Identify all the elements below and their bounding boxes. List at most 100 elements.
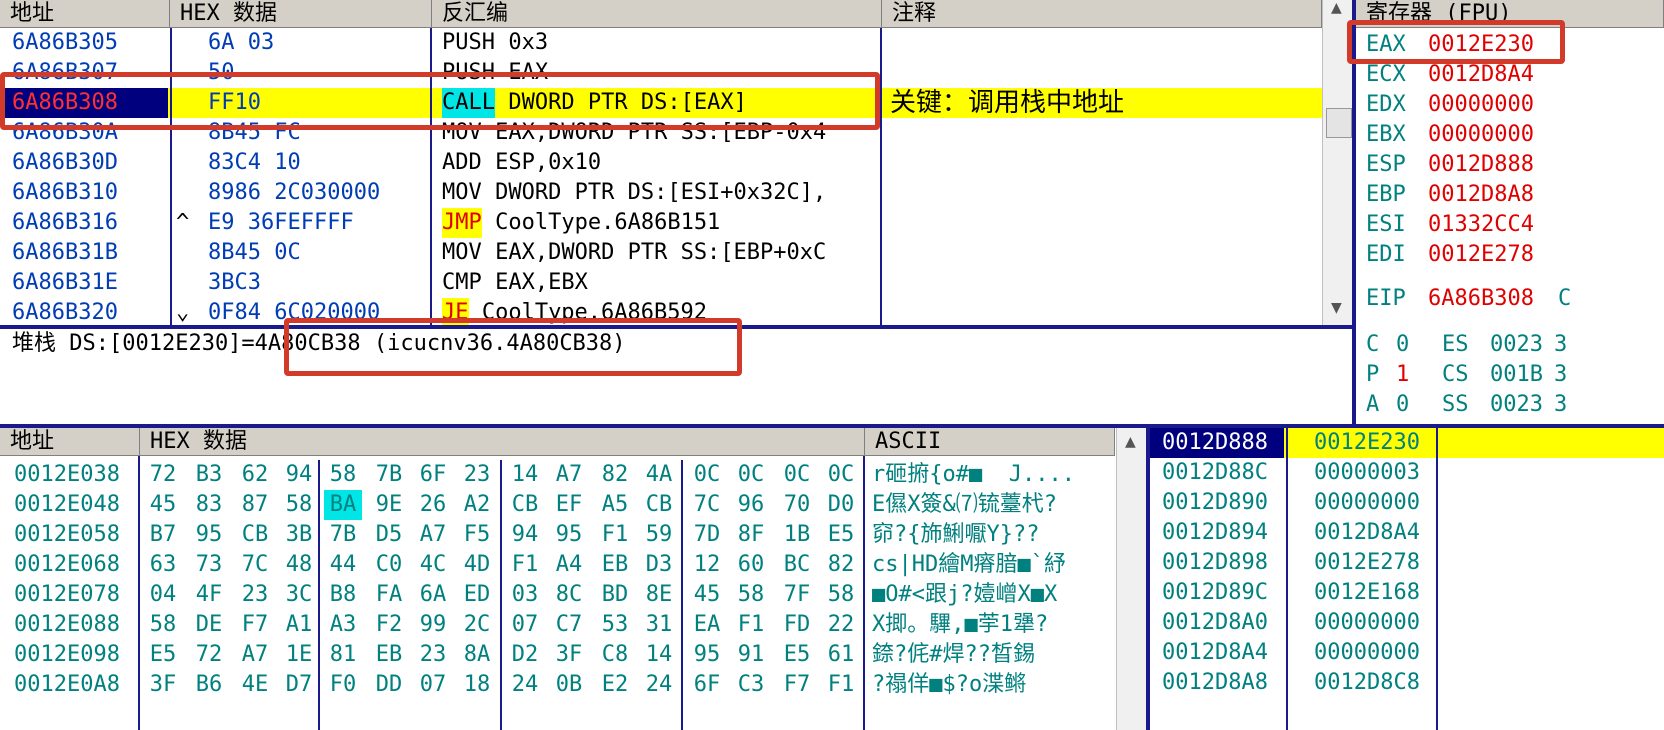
dump-byte[interactable]: 7C	[236, 550, 274, 580]
dump-ascii[interactable]: 錼?侂#焊??晳錫	[872, 640, 1112, 670]
dump-byte[interactable]: D2	[506, 640, 544, 670]
stack-address[interactable]: 0012D8A8	[1150, 668, 1284, 698]
dump-byte[interactable]: 94	[280, 460, 318, 490]
disasm-comment[interactable]	[890, 238, 1320, 268]
dump-ascii[interactable]: E儑X簽&⑺锍薹杙?	[872, 490, 1112, 520]
segment-value[interactable]: 0023	[1490, 330, 1550, 360]
register-row[interactable]: EDI 0012E278	[1356, 240, 1664, 270]
dump-byte[interactable]: A1	[280, 610, 318, 640]
dump-byte[interactable]: 95	[688, 640, 726, 670]
dump-byte[interactable]: 23	[236, 580, 274, 610]
flag-value[interactable]: 0	[1396, 390, 1420, 420]
segment-value[interactable]: 001B	[1490, 360, 1550, 390]
dump-byte[interactable]: F5	[458, 520, 496, 550]
stack-row[interactable]: 0012D890 00000000	[1150, 488, 1664, 518]
dump-byte[interactable]: E5	[822, 520, 860, 550]
dump-ascii[interactable]: 窌?{斾鯏嚈Y}??	[872, 520, 1112, 550]
stack-row[interactable]: 0012D89C 0012E168	[1150, 578, 1664, 608]
disasm-comment[interactable]: 关键：调用栈中地址	[890, 88, 1320, 118]
dump-address[interactable]: 0012E058	[14, 520, 138, 550]
disasm-comment[interactable]	[890, 208, 1320, 238]
dump-byte[interactable]: 14	[506, 460, 544, 490]
register-value[interactable]: 6A86B308	[1428, 284, 1568, 314]
register-value[interactable]: 0012D8A8	[1428, 180, 1568, 210]
dump-byte[interactable]: 0B	[550, 670, 588, 700]
disasm-row[interactable]: 6A86B30D 83C4 10 ADD ESP,0x10	[0, 148, 1322, 178]
dump-byte[interactable]: 87	[236, 490, 274, 520]
dump-byte[interactable]: 0C	[688, 460, 726, 490]
register-row[interactable]: ESI 01332CC4	[1356, 210, 1664, 240]
dump-byte[interactable]: 7B	[324, 520, 362, 550]
dump-byte[interactable]: 07	[506, 610, 544, 640]
dump-byte[interactable]: 3F	[144, 670, 182, 700]
dump-byte[interactable]: 58	[822, 580, 860, 610]
dump-byte[interactable]: 58	[144, 610, 182, 640]
dump-byte[interactable]: 99	[414, 610, 452, 640]
dump-byte[interactable]: D3	[640, 550, 678, 580]
disasm-address[interactable]: 6A86B316	[0, 208, 168, 238]
disasm-hex[interactable]: E9 36FEFFFF	[208, 208, 428, 238]
dump-byte[interactable]: 58	[324, 460, 362, 490]
dump-byte[interactable]: 3B	[280, 520, 318, 550]
stack-address[interactable]: 0012D894	[1150, 518, 1284, 548]
stack-row[interactable]: 0012D8A4 00000000	[1150, 638, 1664, 668]
dump-byte[interactable]: 62	[236, 460, 274, 490]
dump-byte[interactable]: 12	[688, 550, 726, 580]
dump-byte[interactable]: 23	[414, 640, 452, 670]
dump-byte[interactable]: 0C	[822, 460, 860, 490]
dump-byte[interactable]: 91	[732, 640, 770, 670]
dump-byte[interactable]: 9E	[370, 490, 408, 520]
dump-byte[interactable]: B3	[190, 460, 228, 490]
disasm-operands[interactable]: 0x3	[495, 28, 878, 58]
dump-address[interactable]: 0012E0A8	[14, 670, 138, 700]
dump-byte[interactable]: 6F	[688, 670, 726, 700]
dump-byte[interactable]: EB	[370, 640, 408, 670]
dump-header-hex[interactable]: HEX 数据	[140, 428, 865, 456]
dump-address[interactable]: 0012E048	[14, 490, 138, 520]
register-value[interactable]: 0012E278	[1428, 240, 1568, 270]
dump-byte[interactable]: 03	[506, 580, 544, 610]
dump-byte[interactable]: 31	[640, 610, 678, 640]
dump-byte[interactable]: 3F	[550, 640, 588, 670]
dump-row[interactable]: 0012E0A8 3F B6 4E D7 F0 DD 07 18 24 0B E2 24 6F C3 F7 F1…	[0, 670, 1116, 700]
dump-byte[interactable]: BA	[324, 490, 362, 520]
dump-header-address[interactable]: 地址	[0, 428, 140, 456]
register-value[interactable]: 0012D888	[1428, 150, 1568, 180]
dump-byte[interactable]: E5	[144, 640, 182, 670]
dump-byte[interactable]: BD	[596, 580, 634, 610]
dump-byte[interactable]: F1	[732, 610, 770, 640]
dump-address[interactable]: 0012E068	[14, 550, 138, 580]
dump-byte[interactable]: 14	[640, 640, 678, 670]
disasm-row[interactable]: 6A86B316 ^ E9 36FEFFFF JMP CoolType.6A86B15…	[0, 208, 1322, 238]
dump-byte[interactable]: FD	[778, 610, 816, 640]
column-header-disasm[interactable]: 反汇编	[432, 0, 882, 28]
dump-byte[interactable]: CB	[506, 490, 544, 520]
register-value[interactable]: 01332CC4	[1428, 210, 1568, 240]
stack-value[interactable]: 0012E230	[1314, 428, 1434, 458]
dump-byte[interactable]: FA	[370, 580, 408, 610]
dump-byte[interactable]: A3	[324, 610, 362, 640]
dump-byte[interactable]: C8	[596, 640, 634, 670]
flag-row[interactable]: C 0 ES 0023 3	[1356, 330, 1664, 360]
disasm-mnemonic[interactable]: CMP	[442, 268, 482, 298]
dump-byte[interactable]: 73	[190, 550, 228, 580]
disasm-hex[interactable]: 8B45 0C	[208, 238, 428, 268]
dump-byte[interactable]: 95	[190, 520, 228, 550]
register-row[interactable]: EBX 00000000	[1356, 120, 1664, 150]
dump-byte[interactable]: F2	[370, 610, 408, 640]
stack-address[interactable]: 0012D890	[1150, 488, 1284, 518]
dump-byte[interactable]: 72	[190, 640, 228, 670]
dump-byte[interactable]: 81	[324, 640, 362, 670]
dump-byte[interactable]: 70	[778, 490, 816, 520]
disasm-comment[interactable]	[890, 268, 1320, 298]
dump-byte[interactable]: 4F	[190, 580, 228, 610]
dump-byte[interactable]: C7	[550, 610, 588, 640]
dump-byte[interactable]: A4	[550, 550, 588, 580]
stack-value[interactable]: 0012D8A4	[1314, 518, 1434, 548]
dump-byte[interactable]: CB	[236, 520, 274, 550]
dump-scrollbar[interactable]: ▲	[1116, 428, 1147, 730]
dump-byte[interactable]: 1B	[778, 520, 816, 550]
stack-value[interactable]: 0012E168	[1314, 578, 1434, 608]
register-value[interactable]: 0012D8A4	[1428, 60, 1568, 90]
dump-byte[interactable]: C3	[732, 670, 770, 700]
